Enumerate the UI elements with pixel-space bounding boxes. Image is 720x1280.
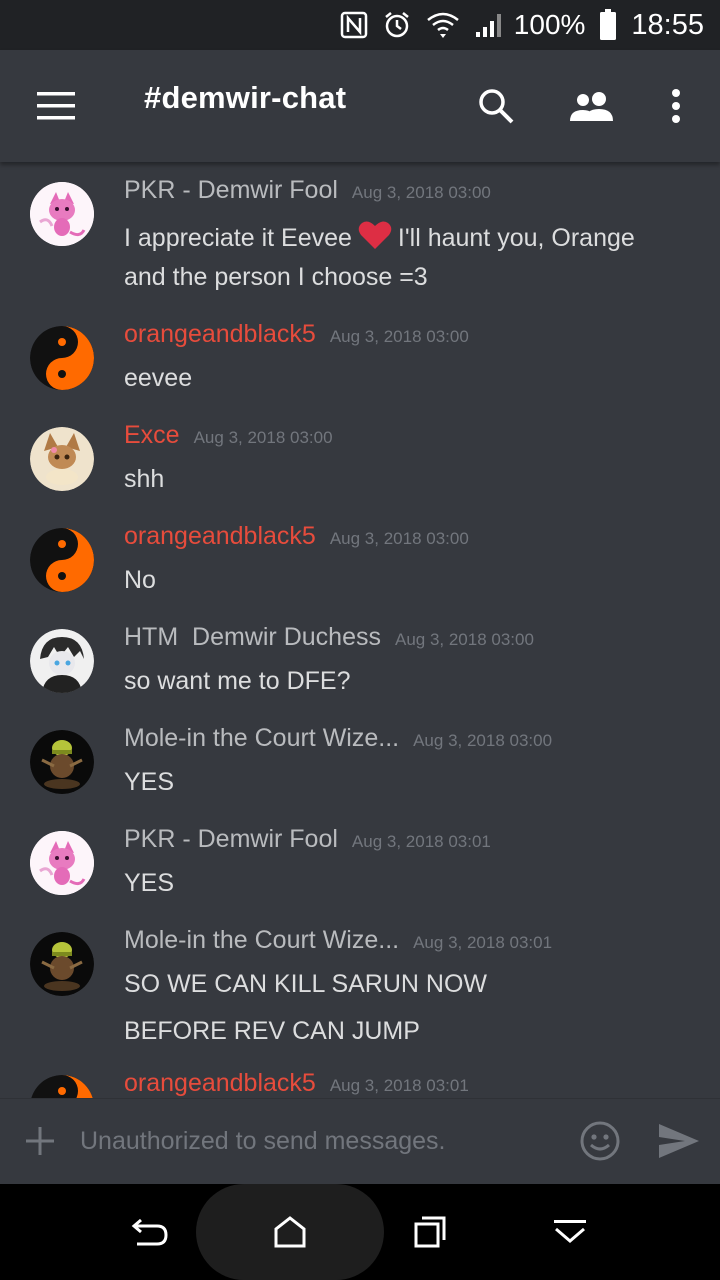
emoji-icon[interactable]: [578, 1119, 622, 1163]
message-text: I appreciate it Eevee: [124, 224, 352, 252]
avatar[interactable]: [30, 932, 94, 996]
recents-icon[interactable]: [410, 1212, 450, 1252]
message-author[interactable]: orangeandblack5 Aug 3, 2018 03:00: [124, 320, 469, 349]
author-name[interactable]: PKR - Demwir Fool: [124, 176, 338, 204]
author-name[interactable]: orangeandblack5: [124, 320, 316, 348]
message-timestamp: Aug 3, 2018 03:00: [329, 327, 469, 346]
signal-icon: [474, 12, 504, 38]
message-author[interactable]: PKR - Demwir Fool Aug 3, 2018 03:01: [124, 825, 491, 854]
author-name[interactable]: orangeandblack5: [124, 522, 316, 550]
message-line: eevee: [124, 364, 193, 392]
message-line: No: [124, 566, 156, 594]
avatar[interactable]: [30, 326, 94, 390]
author-name[interactable]: Mole-in the Court Wize...: [124, 724, 399, 752]
message-line: BEFORE REV CAN JUMP: [124, 1017, 420, 1045]
message-author[interactable]: Exce Aug 3, 2018 03:00: [124, 421, 333, 450]
author-name[interactable]: HTM Demwir Duchess: [124, 623, 381, 651]
avatar[interactable]: [30, 730, 94, 794]
heart-emoji-icon: [358, 220, 392, 257]
back-icon[interactable]: [128, 1214, 172, 1250]
message-timestamp: Aug 3, 2018 03:01: [413, 933, 553, 952]
search-icon[interactable]: [476, 86, 516, 126]
wifi-icon: [426, 10, 460, 40]
message-line: YES: [124, 869, 175, 897]
message-line: shh: [124, 465, 165, 493]
message-line: and the person I choose =3: [124, 263, 428, 291]
message-timestamp: Aug 3, 2018 03:00: [193, 428, 333, 447]
menu-icon[interactable]: [36, 88, 76, 124]
message-timestamp: Aug 3, 2018 03:00: [351, 183, 491, 202]
nfc-icon: [340, 11, 368, 39]
message-timestamp: Aug 3, 2018 03:01: [329, 1076, 469, 1095]
app-bar: #demwir-chat: [0, 50, 720, 162]
avatar[interactable]: [30, 1075, 94, 1098]
clock: 18:55: [631, 8, 704, 41]
message-line: YES: [124, 768, 175, 796]
message-text: I'll haunt you, Orange: [397, 224, 635, 252]
message-author[interactable]: PKR - Demwir Fool Aug 3, 2018 03:00: [124, 176, 491, 205]
message-author[interactable]: orangeandblack5 Aug 3, 2018 03:01: [124, 1069, 469, 1098]
system-nav-bar: [0, 1184, 720, 1280]
author-name[interactable]: Mole-in the Court Wize...: [124, 926, 399, 954]
message-line: SO WE CAN KILL SARUN NOW: [124, 970, 488, 998]
message-author[interactable]: orangeandblack5 Aug 3, 2018 03:00: [124, 522, 469, 551]
message-line: I appreciate it Eevee I'll haunt you, Ora…: [124, 220, 635, 257]
author-name[interactable]: orangeandblack5: [124, 1069, 316, 1097]
message-list[interactable]: PKR - Demwir Fool Aug 3, 2018 03:00 I app…: [0, 162, 720, 1098]
alarm-icon: [382, 10, 412, 40]
message-input[interactable]: Unauthorized to send messages.: [80, 1127, 446, 1156]
message-line: so want me to DFE?: [124, 667, 351, 695]
avatar[interactable]: [30, 629, 94, 693]
send-icon[interactable]: [656, 1121, 702, 1161]
message-composer: Unauthorized to send messages.: [0, 1098, 720, 1185]
author-name[interactable]: PKR - Demwir Fool: [124, 825, 338, 853]
channel-title: #demwir-chat: [144, 80, 347, 115]
message-timestamp: Aug 3, 2018 03:01: [351, 832, 491, 851]
message-timestamp: Aug 3, 2018 03:00: [329, 529, 469, 548]
author-name[interactable]: Exce: [124, 421, 180, 449]
message-author[interactable]: Mole-in the Court Wize... Aug 3, 2018 03:…: [124, 724, 552, 753]
avatar[interactable]: [30, 427, 94, 491]
members-icon[interactable]: [568, 88, 616, 124]
more-icon[interactable]: [666, 86, 686, 126]
avatar[interactable]: [30, 831, 94, 895]
message-author[interactable]: Mole-in the Court Wize... Aug 3, 2018 03:…: [124, 926, 552, 955]
message-author[interactable]: HTM Demwir Duchess Aug 3, 2018 03:00: [124, 623, 534, 652]
avatar[interactable]: [30, 182, 94, 246]
battery-icon: [599, 9, 617, 41]
avatar[interactable]: [30, 528, 94, 592]
message-timestamp: Aug 3, 2018 03:00: [413, 731, 553, 750]
status-bar: 100% 18:55: [0, 0, 720, 50]
battery-percent: 100%: [513, 9, 586, 40]
home-icon[interactable]: [270, 1212, 310, 1252]
collapse-icon[interactable]: [550, 1216, 590, 1248]
message-timestamp: Aug 3, 2018 03:00: [394, 630, 534, 649]
add-icon[interactable]: [24, 1125, 56, 1157]
